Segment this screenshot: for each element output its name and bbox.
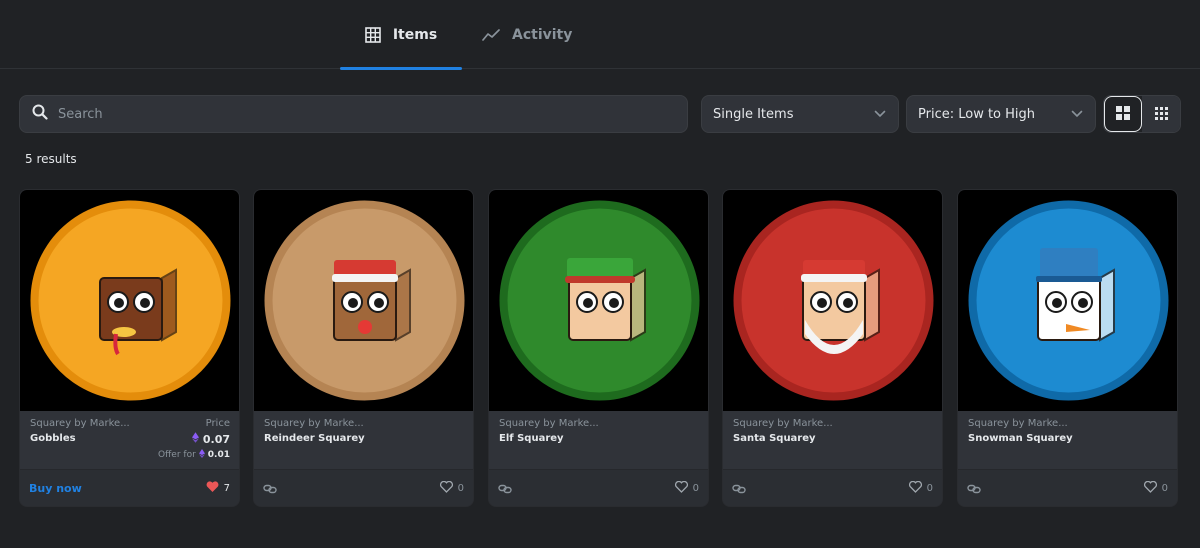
nft-image[interactable]: [958, 190, 1177, 411]
offer-row: Offer for 0.01: [158, 449, 230, 461]
link-icon[interactable]: [967, 479, 981, 498]
eth-icon: [191, 432, 199, 446]
nft-image[interactable]: [489, 190, 708, 411]
favorite-button[interactable]: 0: [1143, 480, 1168, 496]
large-grid-icon: [1116, 105, 1131, 124]
heart-icon: [1143, 480, 1157, 496]
nft-card[interactable]: Squarey by Marke... Santa Squarey 0: [722, 189, 943, 507]
eth-icon: [198, 449, 205, 461]
sort-select-value: Price: Low to High: [918, 106, 1036, 122]
sort-select[interactable]: Price: Low to High: [906, 95, 1096, 133]
offer-label: Offer for: [158, 450, 196, 460]
favorite-button[interactable]: 7: [206, 480, 230, 496]
card-info: Squarey by Marke... Gobbles Price 0.07 Offer…: [20, 411, 239, 470]
tab-items-label: Items: [392, 26, 438, 43]
card-info: Squarey by Marke... Santa Squarey: [723, 411, 942, 470]
item-name[interactable]: Elf Squarey: [499, 433, 698, 444]
collection-name[interactable]: Squarey by Marke...: [264, 418, 463, 429]
search-bar: [19, 95, 688, 133]
card-footer: 0: [254, 469, 473, 506]
price-value: 0.07: [158, 432, 230, 446]
search-icon: [32, 104, 48, 124]
price-label: Price: [205, 418, 230, 429]
offer-amount: 0.01: [207, 450, 230, 460]
like-count: 0: [457, 482, 464, 494]
nft-card[interactable]: Squarey by Marke... Reindeer Squarey 0: [253, 189, 474, 507]
tab-items[interactable]: Items: [340, 0, 462, 70]
chart-line-icon: [482, 28, 500, 41]
card-info: Squarey by Marke... Snowman Squarey: [958, 411, 1177, 470]
item-name[interactable]: Snowman Squarey: [968, 433, 1167, 444]
small-grid-button[interactable]: [1142, 96, 1180, 132]
card-footer: 0: [958, 469, 1177, 506]
item-name[interactable]: Santa Squarey: [733, 433, 932, 444]
chevron-down-icon: [874, 107, 886, 122]
grid-icon: [365, 26, 381, 43]
results-count: 5 results: [25, 152, 77, 166]
card-footer: Buy now 7: [20, 469, 239, 506]
link-icon[interactable]: [263, 479, 277, 498]
like-count: 7: [223, 482, 230, 494]
heart-icon: [206, 480, 219, 496]
tab-activity[interactable]: Activity: [482, 0, 572, 69]
collection-name[interactable]: Squarey by Marke...: [968, 418, 1167, 429]
nft-card[interactable]: Squarey by Marke... Elf Squarey 0: [488, 189, 709, 507]
item-type-select-value: Single Items: [713, 106, 794, 122]
buy-now-button[interactable]: Buy now: [29, 482, 82, 495]
link-icon[interactable]: [732, 479, 746, 498]
nft-card[interactable]: Squarey by Marke... Snowman Squarey 0: [957, 189, 1178, 507]
price-amount: 0.07: [202, 432, 230, 446]
heart-icon: [908, 480, 922, 496]
collection-name[interactable]: Squarey by Marke...: [499, 418, 698, 429]
collection-name[interactable]: Squarey by Marke...: [733, 418, 932, 429]
favorite-button[interactable]: 0: [439, 480, 464, 496]
tab-activity-label: Activity: [512, 26, 573, 43]
large-grid-button[interactable]: [1104, 96, 1143, 132]
card-info: Squarey by Marke... Elf Squarey: [489, 411, 708, 470]
nft-card[interactable]: Squarey by Marke... Gobbles Price 0.07 Offer…: [19, 189, 240, 507]
top-nav: Items Activity: [0, 0, 1200, 70]
card-info: Squarey by Marke... Reindeer Squarey: [254, 411, 473, 470]
price-box: Price 0.07 Offer for 0.01: [158, 418, 230, 461]
card-footer: 0: [723, 469, 942, 506]
view-toggle: [1103, 95, 1181, 133]
nft-image[interactable]: [20, 190, 239, 411]
small-grid-icon: [1154, 105, 1168, 124]
nft-image[interactable]: [254, 190, 473, 411]
nft-image[interactable]: [723, 190, 942, 411]
favorite-button[interactable]: 0: [908, 480, 933, 496]
heart-icon: [439, 480, 453, 496]
like-count: 0: [1161, 482, 1168, 494]
search-input[interactable]: [58, 106, 658, 122]
favorite-button[interactable]: 0: [674, 480, 699, 496]
chevron-down-icon: [1071, 107, 1083, 122]
like-count: 0: [692, 482, 699, 494]
like-count: 0: [926, 482, 933, 494]
link-icon[interactable]: [498, 479, 512, 498]
card-footer: 0: [489, 469, 708, 506]
heart-icon: [674, 480, 688, 496]
item-name[interactable]: Reindeer Squarey: [264, 433, 463, 444]
item-type-select[interactable]: Single Items: [701, 95, 899, 133]
